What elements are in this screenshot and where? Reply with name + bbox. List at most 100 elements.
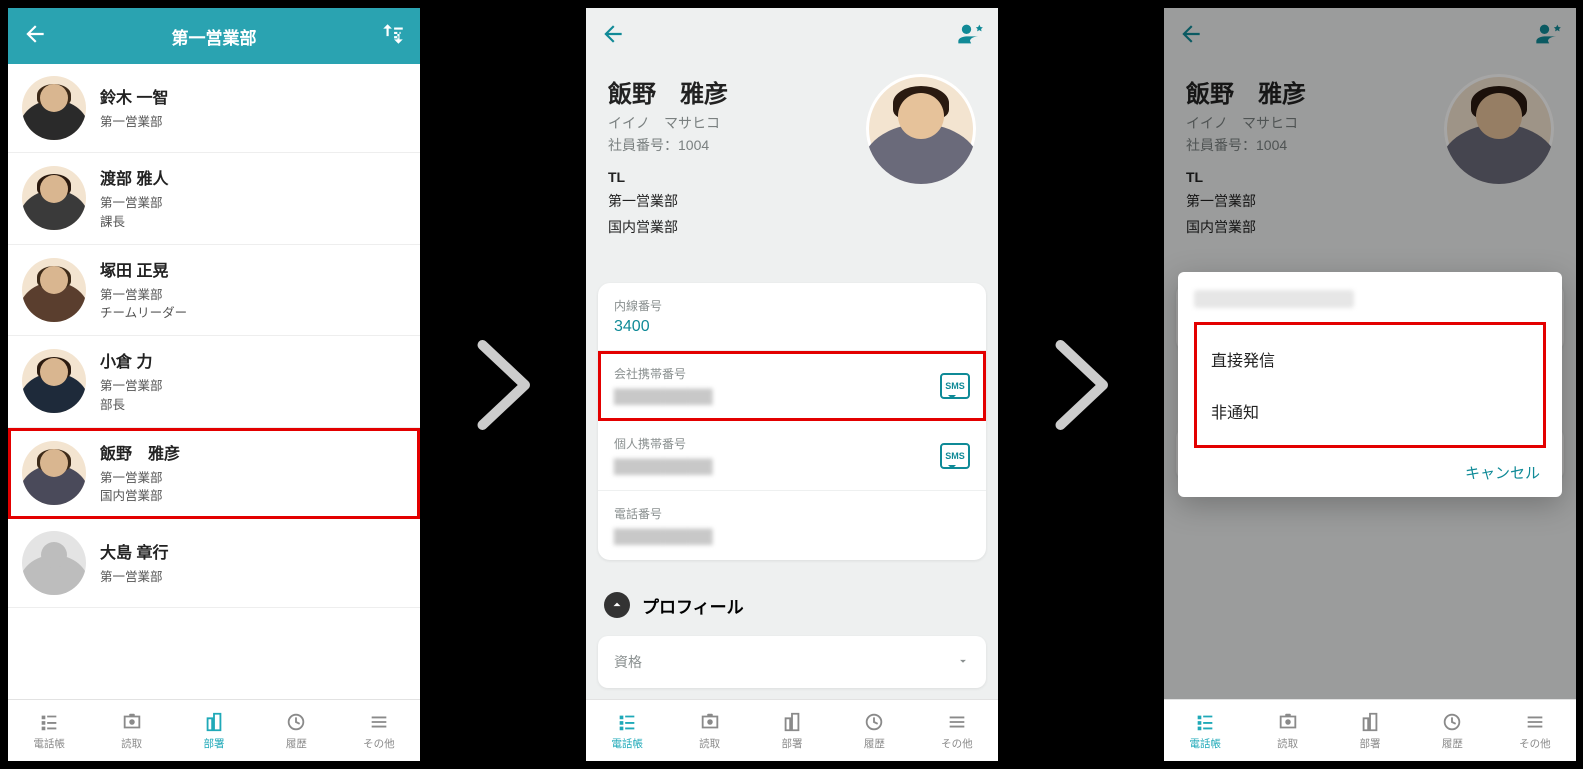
tab-phonebook[interactable]: 電話帳 (586, 700, 668, 761)
tab-phonebook[interactable]: 電話帳 (8, 700, 90, 761)
field-label: 電話番号 (614, 505, 970, 522)
field-value: ▇▇▇▇▇▇▇▇ (614, 456, 930, 476)
contact-meta: 国内営業部 (100, 487, 406, 506)
contact-name: 渡部 雅人 (100, 165, 406, 189)
tab-history[interactable]: 履歴 (255, 700, 337, 761)
field-label: 個人携帯番号 (614, 435, 930, 452)
contact-row[interactable]: 飯野 雅彦第一営業部国内営業部 (8, 428, 420, 520)
tab-department[interactable]: 部署 (751, 700, 833, 761)
tab-label: 読取 (121, 736, 142, 751)
tab-label: 履歴 (864, 736, 885, 751)
tab-label: 電話帳 (33, 736, 65, 751)
tab-scan[interactable]: 読取 (1246, 700, 1328, 761)
back-icon[interactable] (600, 21, 626, 52)
profile-row[interactable]: 資格 (598, 636, 986, 688)
contact-meta: 第一営業部 (100, 469, 406, 488)
tab-other[interactable]: その他 (338, 700, 420, 761)
tab-scan[interactable]: 読取 (668, 700, 750, 761)
field-value: ▇▇▇▇▇▇▇▇ (614, 386, 930, 406)
dept-label: 第一営業部 (608, 191, 850, 211)
dept-label: 国内営業部 (608, 217, 850, 237)
chevron-up-icon (604, 592, 630, 618)
sort-icon[interactable] (380, 21, 406, 52)
tab-label: 電話帳 (611, 736, 643, 751)
contact-meta: 課長 (100, 213, 406, 232)
tab-label: 電話帳 (1189, 736, 1221, 751)
header: 第一営業部 (8, 8, 420, 64)
tabbar: 電話帳 読取 部署履歴 その他 (1164, 699, 1576, 761)
tab-phonebook[interactable]: 電話帳 (1164, 700, 1246, 761)
employee-number: 社員番号：1004 (608, 135, 850, 155)
contact-list: 鈴木 一智第一営業部渡部 雅人第一営業部課長塚田 正晃第一営業部チームリーダー小… (8, 64, 420, 608)
call-options-modal: 直接発信 非通知 キャンセル (1178, 272, 1562, 497)
contact-row[interactable]: 小倉 力第一営業部部長 (8, 336, 420, 428)
phone-field[interactable]: 電話番号 ▇▇▇▇▇▇▇▇ (598, 491, 986, 560)
cancel-button[interactable]: キャンセル (1194, 448, 1546, 487)
contact-kana: イイノ マサヒコ (608, 113, 850, 133)
contact-name: 塚田 正晃 (100, 257, 406, 281)
phone-field[interactable]: 内線番号 3400 (598, 283, 986, 351)
sms-icon[interactable]: SMS (940, 373, 970, 399)
tab-label: 履歴 (286, 736, 307, 751)
field-label: 会社携帯番号 (614, 365, 930, 382)
back-icon[interactable] (22, 21, 48, 52)
role-label: TL (608, 169, 850, 185)
screen-contact-detail: 飯野 雅彦 イイノ マサヒコ 社員番号：1004 TL 第一営業部 国内営業部 … (586, 8, 998, 761)
tab-label: 部署 (782, 736, 803, 751)
field-value: 3400 (614, 318, 970, 336)
tab-label: その他 (363, 736, 395, 751)
phone-field[interactable]: 個人携帯番号 ▇▇▇▇▇▇▇▇ SMS (598, 421, 986, 491)
header (586, 8, 998, 64)
tab-department[interactable]: 部署 (1329, 700, 1411, 761)
profile-title: プロフィール (642, 593, 744, 618)
tab-label: その他 (941, 736, 973, 751)
tabbar: 電話帳 読取部署 履歴 その他 (586, 699, 998, 761)
chevron-down-icon (956, 654, 970, 671)
contact-name: 飯野 雅彦 (608, 74, 850, 109)
contact-meta: 部長 (100, 396, 406, 415)
page-title: 第一営業部 (172, 24, 257, 49)
modal-options-highlight: 直接発信 非通知 (1194, 322, 1546, 448)
tab-department[interactable]: 部署 (173, 700, 255, 761)
avatar (22, 258, 86, 322)
contact-row[interactable]: 鈴木 一智第一営業部 (8, 64, 420, 153)
tab-other[interactable]: その他 (1494, 700, 1576, 761)
tab-label: 読取 (1277, 736, 1298, 751)
avatar (22, 531, 86, 595)
contact-meta: 第一営業部 (100, 568, 406, 587)
sms-icon[interactable]: SMS (940, 443, 970, 469)
contact-meta: 第一営業部 (100, 194, 406, 213)
phone-card: 内線番号 3400 会社携帯番号 ▇▇▇▇▇▇▇▇ SMS 個人携帯番号 ▇▇▇▇▇▇▇▇ S… (598, 283, 986, 560)
avatar (22, 76, 86, 140)
contact-name: 大島 章行 (100, 539, 406, 563)
contact-meta: 第一営業部 (100, 286, 406, 305)
tab-history[interactable]: 履歴 (1411, 700, 1493, 761)
field-value: ▇▇▇▇▇▇▇▇ (614, 526, 970, 546)
avatar (22, 441, 86, 505)
avatar (866, 74, 976, 184)
screen-contact-list: 第一営業部 鈴木 一智第一営業部渡部 雅人第一営業部課長塚田 正晃第一営業部チー… (8, 8, 420, 761)
field-label: 内線番号 (614, 297, 970, 314)
option-direct-call[interactable]: 直接発信 (1207, 333, 1533, 385)
contact-meta: 第一営業部 (100, 377, 406, 396)
contact-name: 鈴木 一智 (100, 84, 406, 108)
contact-name: 飯野 雅彦 (100, 440, 406, 464)
contact-meta: チームリーダー (100, 304, 406, 323)
option-anonymous[interactable]: 非通知 (1207, 385, 1533, 437)
profile-row-label: 資格 (614, 652, 642, 672)
screen-call-modal: 飯野 雅彦 イイノ マサヒコ 社員番号：1004 TL 第一営業部 国内営業部 … (1164, 8, 1576, 761)
avatar (22, 349, 86, 413)
tab-label: 部署 (204, 736, 225, 751)
contact-row[interactable]: 塚田 正晃第一営業部チームリーダー (8, 245, 420, 337)
profile-section-header[interactable]: プロフィール (598, 580, 986, 630)
tab-label: その他 (1519, 736, 1551, 751)
tab-history[interactable]: 履歴 (833, 700, 915, 761)
tab-label: 履歴 (1442, 736, 1463, 751)
avatar (22, 166, 86, 230)
contact-row[interactable]: 渡部 雅人第一営業部課長 (8, 153, 420, 245)
phone-field[interactable]: 会社携帯番号 ▇▇▇▇▇▇▇▇ SMS (598, 351, 986, 421)
contact-row[interactable]: 大島 章行第一営業部 (8, 519, 420, 608)
tab-other[interactable]: その他 (916, 700, 998, 761)
add-contact-icon[interactable] (956, 20, 984, 53)
tab-scan[interactable]: 読取 (90, 700, 172, 761)
